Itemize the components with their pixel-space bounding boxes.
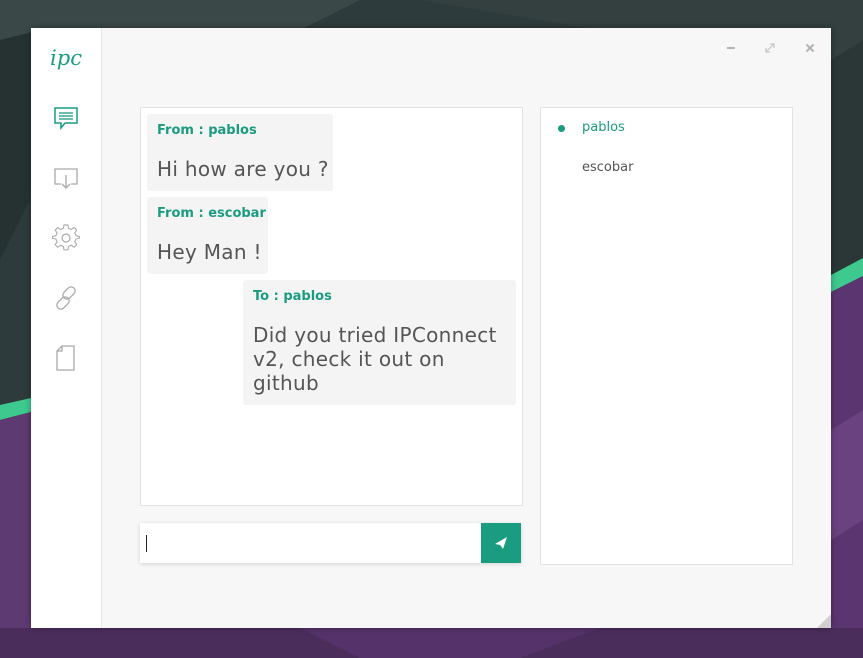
minimize-icon	[727, 47, 735, 49]
text-caret	[146, 535, 147, 552]
message-input[interactable]	[140, 523, 481, 563]
send-button[interactable]	[481, 523, 521, 563]
message-header: From : escobar	[157, 206, 266, 221]
desktop: ipc From: pablos Hi how are you ? From …	[0, 0, 863, 658]
file-icon	[56, 345, 75, 371]
message-line: Did you tried IPConnect	[253, 323, 497, 347]
chat-panel: From : pablos Hi how are you ? From : es…	[140, 107, 523, 506]
online-indicator	[558, 125, 565, 132]
message-line: github	[253, 371, 319, 395]
message-text: Hi how are you ?	[157, 157, 329, 181]
message-header: From : pablos	[157, 123, 257, 138]
send-icon	[495, 537, 507, 549]
message-text: Did you tried IPConnect v2, check it out…	[253, 323, 497, 395]
user-item-escobar[interactable]: escobar	[541, 156, 792, 180]
link-icon	[56, 286, 76, 310]
user-name: pablos	[582, 120, 625, 135]
message-header: To : pablos	[253, 289, 332, 304]
message-line: v2, check it out on	[253, 347, 445, 371]
app-window: ipc From: pablos Hi how are you ? From …	[31, 28, 831, 628]
sidebar-item-download[interactable]	[52, 164, 80, 192]
sidebar-item-connect[interactable]	[52, 284, 80, 312]
sidebar-item-settings[interactable]	[51, 224, 80, 252]
message-bubble-outgoing: To : pablos Did you tried IPConnect v2, …	[243, 280, 516, 405]
message-line: Hey Man !	[157, 240, 262, 264]
close-icon	[805, 43, 815, 53]
download-icon	[54, 168, 78, 189]
chat-icon	[54, 107, 78, 131]
app-logo: ipc	[50, 46, 82, 70]
message-bubble: From : escobar Hey Man !	[147, 197, 268, 274]
message-text: Hey Man !	[157, 240, 262, 264]
gear-icon	[51, 224, 80, 251]
message-line: Hi how are you ?	[157, 157, 329, 181]
minimize-button[interactable]	[724, 40, 738, 54]
resize-grip-icon[interactable]	[817, 614, 831, 628]
user-name: escobar	[582, 160, 634, 175]
sidebar-item-chat[interactable]	[52, 104, 80, 132]
maximize-button[interactable]	[763, 40, 777, 54]
sidebar-item-file[interactable]	[52, 344, 80, 372]
message-composer	[140, 523, 521, 563]
close-button[interactable]	[803, 40, 817, 54]
sidebar: ipc	[31, 28, 102, 628]
maximize-icon	[765, 43, 775, 53]
message-bubble: From : pablos Hi how are you ?	[147, 114, 333, 191]
user-item-pablos[interactable]: pablos	[541, 116, 792, 140]
users-panel: pablos escobar	[540, 107, 793, 565]
